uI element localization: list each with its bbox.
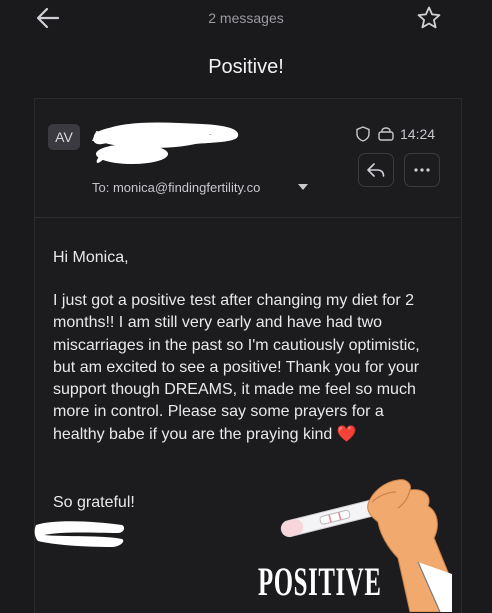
- greeting: Hi Monica,: [53, 249, 129, 266]
- more-options-button[interactable]: [404, 153, 440, 187]
- reply-button[interactable]: [358, 153, 394, 187]
- shield-icon: [356, 126, 370, 142]
- star-icon[interactable]: [416, 5, 442, 31]
- signoff: So grateful!: [53, 494, 135, 511]
- reply-icon: [367, 163, 385, 177]
- redaction-mark: [93, 122, 239, 164]
- top-bar: 2 messages: [0, 0, 492, 40]
- lock-icon: [378, 127, 394, 141]
- more-icon: [414, 168, 430, 172]
- email-body-text: I just got a positive test after changin…: [53, 292, 420, 443]
- chevron-down-icon[interactable]: [297, 183, 309, 191]
- heart-emoji: ❤️: [336, 425, 357, 443]
- redaction-mark: [34, 521, 125, 547]
- email-subject: Positive!: [208, 56, 284, 78]
- email-body: I just got a positive test after changin…: [53, 290, 423, 446]
- positive-sticker-text: POSITIVE: [258, 559, 382, 604]
- to-label: To:: [92, 180, 110, 195]
- recipient-address: monica@findingfertility.co: [112, 180, 261, 195]
- email-time: 14:24: [400, 126, 436, 142]
- avatar[interactable]: AV: [48, 124, 80, 150]
- divider: [34, 217, 460, 218]
- recipient-line[interactable]: To: monica@findingfertility.co: [92, 180, 260, 195]
